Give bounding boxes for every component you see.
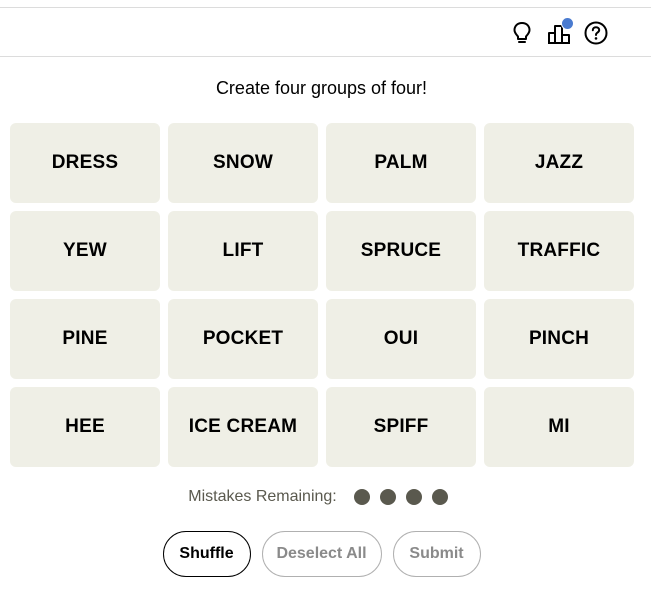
notification-badge bbox=[561, 17, 574, 30]
game-controls: Shuffle Deselect All Submit bbox=[0, 531, 643, 577]
word-tile[interactable]: LIFT bbox=[168, 211, 318, 291]
word-tile[interactable]: OUI bbox=[326, 299, 476, 379]
word-tile[interactable]: MI bbox=[484, 387, 634, 467]
mistake-dot bbox=[353, 489, 370, 505]
help-icon bbox=[584, 21, 608, 45]
top-bar bbox=[0, 0, 651, 8]
word-tile[interactable]: PALM bbox=[326, 123, 476, 203]
leaderboard-icon bbox=[547, 17, 574, 44]
word-tile[interactable]: JAZZ bbox=[484, 123, 634, 203]
shuffle-button[interactable]: Shuffle bbox=[162, 531, 251, 577]
word-tile[interactable]: POCKET bbox=[168, 299, 318, 379]
word-tile[interactable]: DRESS bbox=[10, 123, 160, 203]
instructions-text: Create four groups of four! bbox=[215, 78, 428, 98]
word-tile[interactable]: ICE CREAM bbox=[168, 387, 318, 467]
hint-button[interactable] bbox=[509, 20, 535, 46]
help-button[interactable] bbox=[583, 20, 609, 46]
leaderboard-button[interactable] bbox=[546, 17, 574, 46]
word-tile[interactable]: YEW bbox=[10, 211, 160, 291]
word-tile[interactable]: SPIFF bbox=[326, 387, 476, 467]
mistake-dot bbox=[431, 489, 448, 505]
deselect-all-button[interactable]: Deselect All bbox=[261, 531, 382, 577]
word-tile[interactable]: SPRUCE bbox=[326, 211, 476, 291]
submit-button[interactable]: Submit bbox=[392, 531, 481, 577]
word-tile[interactable]: PINCH bbox=[484, 299, 634, 379]
mistake-dot bbox=[405, 489, 422, 505]
toolbar bbox=[0, 8, 651, 57]
word-tile[interactable]: SNOW bbox=[168, 123, 318, 203]
mistakes-remaining: Mistakes Remaining: bbox=[0, 488, 651, 506]
tile-grid: DRESS SNOW PALM JAZZ YEW LIFT SPRUCE TRA… bbox=[10, 123, 634, 467]
word-tile[interactable]: HEE bbox=[10, 387, 160, 467]
lightbulb-icon bbox=[512, 21, 532, 45]
mistake-dot bbox=[379, 489, 396, 505]
word-tile[interactable]: PINE bbox=[10, 299, 160, 379]
mistakes-label: Mistakes Remaining: bbox=[188, 488, 337, 505]
word-tile[interactable]: TRAFFIC bbox=[484, 211, 634, 291]
mistake-dots bbox=[349, 489, 453, 505]
